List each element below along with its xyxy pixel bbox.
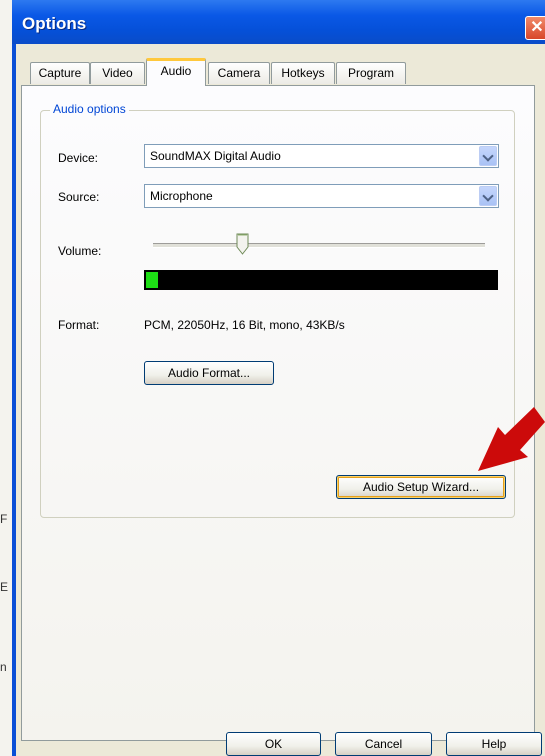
volume-slider-track[interactable] — [153, 243, 485, 248]
tab-camera[interactable]: Camera — [208, 62, 270, 84]
background-text: F — [0, 512, 8, 526]
window-title: Options — [22, 14, 87, 33]
audio-level-meter — [144, 270, 498, 290]
chevron-down-icon[interactable] — [479, 186, 497, 206]
device-value: SoundMAX Digital Audio — [150, 149, 281, 163]
format-value: PCM, 22050Hz, 16 Bit, mono, 43KB/s — [144, 318, 345, 332]
volume-label: Volume: — [58, 244, 102, 258]
audio-setup-wizard-button[interactable]: Audio Setup Wizard... — [336, 475, 506, 499]
volume-slider-thumb[interactable] — [236, 233, 249, 255]
device-label: Device: — [58, 151, 99, 165]
tab-program[interactable]: Program — [336, 62, 406, 84]
group-title: Audio options — [50, 102, 129, 116]
tab-audio[interactable]: Audio — [146, 58, 206, 86]
chevron-down-icon[interactable] — [479, 146, 497, 166]
options-dialog: Options ✕ Capture Video Audio Camera Hot… — [12, 0, 545, 756]
audio-level-fill — [146, 272, 158, 288]
background-text: n — [0, 660, 7, 674]
tab-strip: Capture Video Audio Camera Hotkeys Progr… — [16, 44, 545, 86]
source-value: Microphone — [150, 189, 213, 203]
source-dropdown[interactable]: Microphone — [144, 184, 499, 208]
title-bar[interactable]: Options ✕ — [12, 0, 545, 44]
tab-hotkeys[interactable]: Hotkeys — [271, 62, 335, 84]
cancel-button[interactable]: Cancel — [335, 732, 432, 756]
device-dropdown[interactable]: SoundMAX Digital Audio — [144, 144, 499, 168]
red-arrow-icon — [478, 407, 545, 471]
tab-video[interactable]: Video — [90, 62, 145, 84]
audio-format-button[interactable]: Audio Format... — [144, 361, 274, 385]
format-label: Format: — [58, 318, 100, 332]
tab-capture[interactable]: Capture — [30, 62, 90, 84]
audio-options-group — [40, 110, 515, 518]
help-button[interactable]: Help — [446, 732, 542, 756]
dialog-client-area: Capture Video Audio Camera Hotkeys Progr… — [16, 44, 545, 756]
background-text: E — [0, 580, 9, 594]
ok-button[interactable]: OK — [226, 732, 321, 756]
close-icon[interactable]: ✕ — [525, 16, 545, 40]
background-window-edge: F E n — [0, 0, 12, 756]
source-label: Source: — [58, 190, 100, 204]
